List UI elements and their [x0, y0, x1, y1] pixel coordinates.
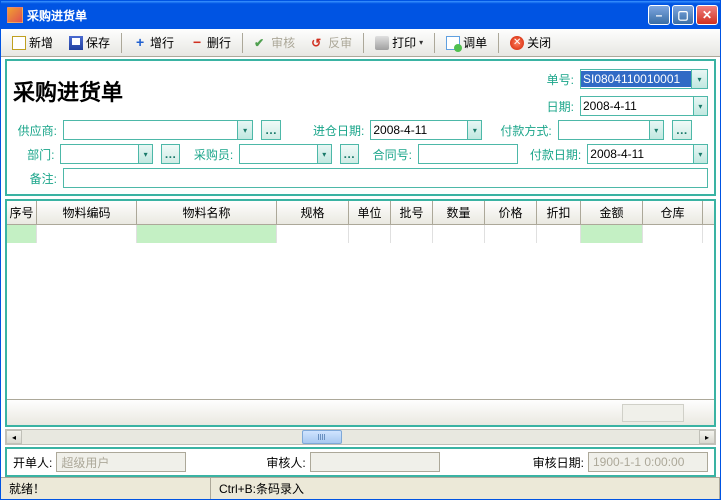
grid-body[interactable]: [7, 225, 714, 399]
col-index[interactable]: 序号: [7, 201, 37, 224]
col-price[interactable]: 价格: [485, 201, 537, 224]
audit-date-label: 审核日期:: [533, 454, 584, 471]
number-field[interactable]: SI0804110010001▾: [580, 69, 708, 89]
pay-method-combo[interactable]: ▾: [558, 120, 664, 140]
audit-date-field: 1900-1-1 0:00:00: [588, 452, 708, 472]
in-date-label: 进仓日期:: [313, 122, 364, 139]
supplier-label: 供应商:: [13, 122, 57, 139]
new-icon: [12, 36, 26, 50]
date-field[interactable]: ▾: [580, 96, 708, 116]
number-label: 单号:: [547, 71, 574, 88]
add-row-button[interactable]: +增行: [126, 31, 181, 54]
col-material-code[interactable]: 物料编码: [37, 201, 137, 224]
supplier-lookup-button[interactable]: …: [261, 120, 281, 140]
chevron-down-icon[interactable]: ▾: [693, 97, 707, 115]
scroll-right-button[interactable]: ▸: [699, 430, 715, 444]
date-label: 日期:: [547, 98, 574, 115]
col-discount[interactable]: 折扣: [537, 201, 581, 224]
pay-date-label: 付款日期:: [530, 146, 581, 163]
undo-icon: ↺: [311, 36, 325, 50]
grid-header: 序号 物料编码 物料名称 规格 单位 批号 数量 价格 折扣 金额 仓库: [7, 201, 714, 225]
dept-lookup-button[interactable]: …: [161, 144, 180, 164]
chevron-down-icon[interactable]: ▾: [467, 121, 481, 139]
toolbar: 新增 保存 +增行 −删行 ✔审核 ↺反审 打印▾ 调单 ✕关闭: [1, 29, 720, 57]
chevron-down-icon[interactable]: ▾: [138, 145, 152, 163]
plus-icon: +: [133, 36, 147, 50]
adjust-icon: [446, 36, 460, 50]
col-spec[interactable]: 规格: [277, 201, 349, 224]
content: 采购进货单 单号: SI0804110010001▾ 日期: ▾ 供应商: ▾ …: [1, 57, 720, 477]
save-icon: [69, 36, 83, 50]
horizontal-scrollbar[interactable]: ◂ ▸: [5, 429, 716, 445]
chevron-down-icon[interactable]: ▾: [691, 70, 707, 88]
grid-footer: [7, 399, 714, 425]
signature-panel: 开单人: 超级用户 审核人: 审核日期: 1900-1-1 0:00:00: [5, 447, 716, 477]
close-icon: ✕: [510, 36, 524, 50]
delete-row-button[interactable]: −删行: [183, 31, 238, 54]
col-warehouse[interactable]: 仓库: [643, 201, 703, 224]
pay-method-lookup-button[interactable]: …: [672, 120, 692, 140]
auditor-label: 审核人:: [266, 454, 305, 471]
buyer-label: 采购员:: [194, 146, 233, 163]
status-hint: Ctrl+B:条码录入: [211, 478, 720, 499]
chevron-down-icon[interactable]: ▾: [649, 121, 663, 139]
pay-date-field[interactable]: ▾: [587, 144, 708, 164]
maximize-button[interactable]: ▢: [672, 5, 694, 25]
col-qty[interactable]: 数量: [433, 201, 485, 224]
close-window-button[interactable]: ✕: [696, 5, 718, 25]
supplier-combo[interactable]: ▾: [63, 120, 253, 140]
contract-field[interactable]: [418, 144, 518, 164]
buyer-lookup-button[interactable]: …: [340, 144, 359, 164]
col-batch[interactable]: 批号: [391, 201, 433, 224]
minimize-button[interactable]: –: [648, 5, 670, 25]
dept-combo[interactable]: ▾: [60, 144, 152, 164]
status-bar: 就绪！ Ctrl+B:条码录入: [1, 477, 720, 499]
print-button[interactable]: 打印▾: [368, 31, 430, 54]
pay-method-label: 付款方式:: [500, 122, 551, 139]
save-button[interactable]: 保存: [62, 31, 117, 54]
printer-icon: [375, 36, 389, 50]
chevron-down-icon[interactable]: ▾: [237, 121, 252, 139]
status-ready: 就绪！: [1, 478, 211, 499]
remark-field[interactable]: [63, 168, 708, 188]
close-button[interactable]: ✕关闭: [503, 31, 558, 54]
document-title: 采购进货单: [13, 75, 547, 107]
scroll-thumb[interactable]: [302, 430, 342, 444]
window: 采购进货单 – ▢ ✕ 新增 保存 +增行 −删行 ✔审核 ↺反审 打印▾ 调单…: [0, 0, 721, 500]
titlebar[interactable]: 采购进货单 – ▢ ✕: [1, 1, 720, 29]
table-row[interactable]: [7, 225, 714, 243]
buyer-combo[interactable]: ▾: [239, 144, 331, 164]
col-unit[interactable]: 单位: [349, 201, 391, 224]
chevron-down-icon[interactable]: ▾: [693, 145, 707, 163]
creator-field: 超级用户: [56, 452, 186, 472]
window-title: 采购进货单: [27, 7, 648, 24]
scroll-track[interactable]: [22, 430, 699, 444]
remark-label: 备注:: [13, 170, 57, 187]
new-button[interactable]: 新增: [5, 31, 60, 54]
chevron-down-icon: ▾: [419, 38, 423, 47]
app-icon: [7, 7, 23, 23]
chevron-down-icon[interactable]: ▾: [317, 145, 331, 163]
col-amount[interactable]: 金额: [581, 201, 643, 224]
minus-icon: −: [190, 36, 204, 50]
contract-label: 合同号:: [373, 146, 412, 163]
unapprove-button[interactable]: ↺反审: [304, 31, 359, 54]
in-date-field[interactable]: ▾: [370, 120, 482, 140]
creator-label: 开单人:: [13, 454, 52, 471]
auditor-field: [310, 452, 440, 472]
adjust-button[interactable]: 调单: [439, 31, 494, 54]
col-material-name[interactable]: 物料名称: [137, 201, 277, 224]
approve-button[interactable]: ✔审核: [247, 31, 302, 54]
check-icon: ✔: [254, 36, 268, 50]
footer-sum-box: [622, 404, 684, 422]
header-panel: 采购进货单 单号: SI0804110010001▾ 日期: ▾ 供应商: ▾ …: [5, 59, 716, 196]
data-grid: 序号 物料编码 物料名称 规格 单位 批号 数量 价格 折扣 金额 仓库: [5, 199, 716, 427]
dept-label: 部门:: [13, 146, 54, 163]
scroll-left-button[interactable]: ◂: [6, 430, 22, 444]
